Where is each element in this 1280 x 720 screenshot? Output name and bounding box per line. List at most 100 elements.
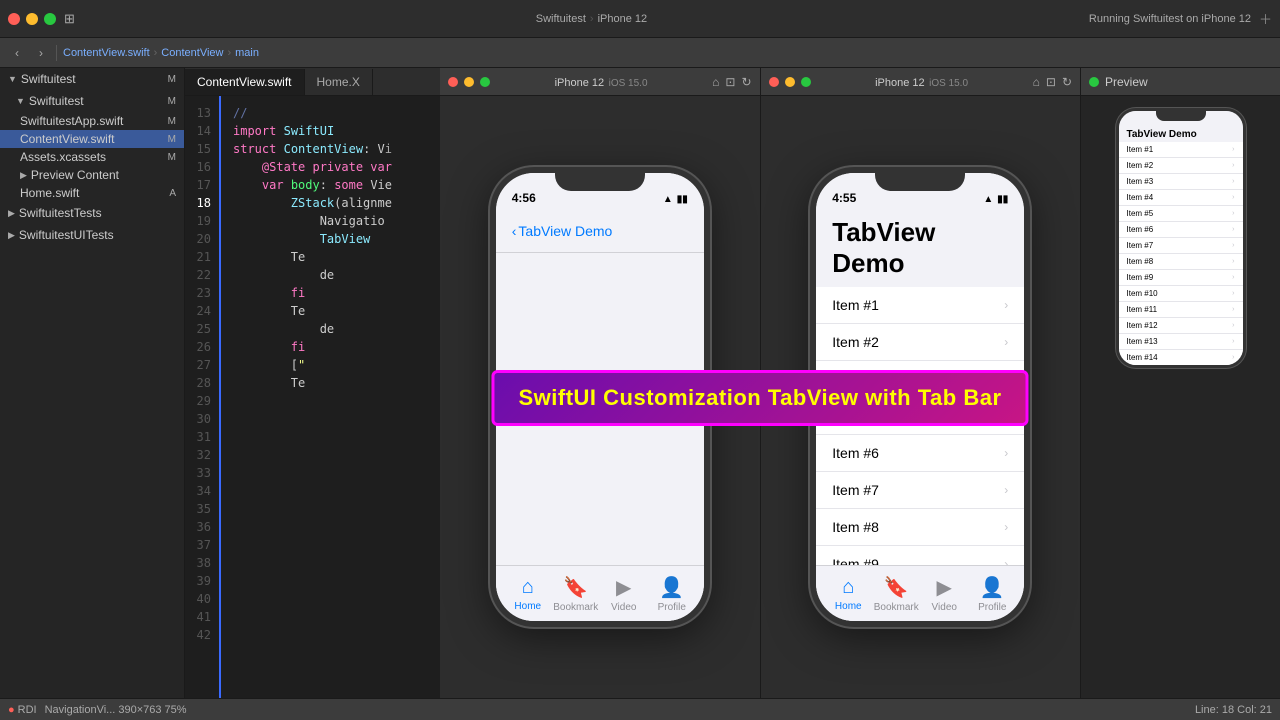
- phone2-tab-profile[interactable]: 👤 Profile: [968, 575, 1016, 613]
- phone1-tab-video[interactable]: ▶ Video: [600, 575, 648, 613]
- minimize-button[interactable]: [26, 13, 38, 25]
- sidebar-project-header[interactable]: ▼ Swiftuitest M: [0, 68, 184, 90]
- preview-nav-title: TabView Demo: [1119, 125, 1243, 142]
- wifi-icon: ▲: [983, 194, 993, 205]
- sim1-close[interactable]: [448, 77, 458, 87]
- list-item-8[interactable]: Item #8›: [816, 509, 1024, 546]
- chevron-icon: ›: [1004, 335, 1008, 349]
- item-label: Item #6: [832, 445, 879, 461]
- add-icon[interactable]: ＋: [1259, 9, 1272, 28]
- separator: [56, 45, 57, 61]
- phone2-tab-bookmark[interactable]: 🔖 Bookmark: [872, 575, 920, 613]
- list-item-9[interactable]: Item #9›: [816, 546, 1024, 565]
- item-label: Item #5: [1127, 209, 1154, 218]
- preview-tab-bookmark[interactable]: 🔖 Bmk: [1160, 367, 1172, 368]
- toolbar: ‹ › ContentView.swift › ContentView › ma…: [0, 38, 1280, 68]
- tab-contentview[interactable]: ContentView.swift: [185, 69, 305, 95]
- sim2-home-icon[interactable]: ⌂: [1033, 75, 1040, 89]
- maximize-button[interactable]: [44, 13, 56, 25]
- breadcrumb-file[interactable]: ContentView.swift: [63, 47, 150, 59]
- sidebar-item-app-swift[interactable]: SwiftuitestApp.swift M: [0, 112, 184, 130]
- preview-item-8[interactable]: Item #8›: [1119, 254, 1243, 270]
- phone1-tab-bar[interactable]: ⌂ Home 🔖 Bookmark ▶ Vid: [496, 565, 704, 621]
- sim2-rotate-icon[interactable]: ↻: [1062, 75, 1072, 89]
- sim1-screenshot-icon[interactable]: ⊡: [725, 75, 735, 89]
- sim1-maximize[interactable]: [480, 77, 490, 87]
- preview-tab-bar[interactable]: ⌂ Home 🔖 Bmk ▶ Video 👤 Prof: [1119, 366, 1243, 368]
- phone1-time: 4:56: [512, 191, 536, 205]
- sim1-title: iPhone 12: [555, 77, 605, 89]
- sim1-minimize[interactable]: [464, 77, 474, 87]
- preview-tab-profile[interactable]: 👤 Prof: [1222, 367, 1234, 368]
- preview-item-10[interactable]: Item #10›: [1119, 286, 1243, 302]
- breadcrumb-member[interactable]: main: [235, 47, 259, 59]
- tab-home[interactable]: Home.X: [305, 69, 373, 95]
- code-content[interactable]: // import SwiftUI struct ContentView: Vi…: [221, 96, 440, 698]
- device-selector[interactable]: iPhone 12: [598, 13, 648, 25]
- wifi-icon: ▲: [663, 194, 673, 205]
- sidebar-tests-name: SwiftuitestTests: [19, 206, 102, 220]
- preview-item-2[interactable]: Item #2›: [1119, 158, 1243, 174]
- preview-item-12[interactable]: Item #12›: [1119, 318, 1243, 334]
- list-item-6[interactable]: Item #6 ›: [816, 435, 1024, 472]
- group-badge: M: [168, 96, 176, 107]
- preview-tab-home[interactable]: ⌂ Home: [1127, 367, 1143, 368]
- sidebar-group-header[interactable]: ▼ Swiftuitest M: [0, 90, 184, 112]
- preview-item-5[interactable]: Item #5›: [1119, 206, 1243, 222]
- status-error: ● RDI: [8, 704, 37, 716]
- phone1-tab-home[interactable]: ⌂ Home: [504, 576, 552, 612]
- video-icon: ▶: [1193, 367, 1201, 368]
- profile-icon: 👤: [1222, 367, 1234, 368]
- breadcrumb-symbol[interactable]: ContentView: [161, 47, 223, 59]
- sim1-home-icon[interactable]: ⌂: [712, 75, 719, 89]
- sim2-close[interactable]: [769, 77, 779, 87]
- right-panel: Preview TabView Demo Item #1› Item #2› I…: [1080, 68, 1280, 698]
- sidebar-item-contentview[interactable]: ContentView.swift M: [0, 130, 184, 148]
- sidebar-tests-header[interactable]: ▶ SwiftuitestTests: [0, 202, 184, 224]
- sidebar-item-assets[interactable]: Assets.xcassets M: [0, 148, 184, 166]
- nav-forward-icon[interactable]: ›: [32, 44, 50, 62]
- sidebar-item-home[interactable]: Home.swift A: [0, 184, 184, 202]
- top-bar: ⊞ Swiftuitest › iPhone 12 Running Swiftu…: [0, 0, 1280, 38]
- file-label: NavigationVi...: [45, 704, 116, 716]
- preview-item-14[interactable]: Item #14›: [1119, 350, 1243, 366]
- preview-item-4[interactable]: Item #4›: [1119, 190, 1243, 206]
- chevron-icon: ›: [1232, 242, 1234, 249]
- sim2-screenshot-icon[interactable]: ⊡: [1046, 75, 1056, 89]
- preview-item-3[interactable]: Item #3›: [1119, 174, 1243, 190]
- list-item-1[interactable]: Item #1›: [816, 287, 1024, 324]
- item-label: Item #9: [1127, 273, 1154, 282]
- preview-item-1[interactable]: Item #1›: [1119, 142, 1243, 158]
- list-item-2[interactable]: Item #2›: [816, 324, 1024, 361]
- chevron-icon: ›: [1232, 194, 1234, 201]
- separator: ›: [590, 13, 594, 25]
- sidebar-uitests-name: SwiftuitestUITests: [19, 228, 114, 242]
- preview-item-11[interactable]: Item #11›: [1119, 302, 1243, 318]
- list-item-7[interactable]: Item #7›: [816, 472, 1024, 509]
- code-area[interactable]: 13 14 15 16 17 18 19 20 21 22 23 24 25 2…: [185, 96, 440, 698]
- chevron-icon: ›: [1004, 483, 1008, 497]
- nav-back-icon[interactable]: ‹: [8, 44, 26, 62]
- scheme-selector[interactable]: Swiftuitest: [536, 13, 586, 25]
- phone2-tab-home[interactable]: ⌂ Home: [824, 576, 872, 612]
- sim2-maximize[interactable]: [801, 77, 811, 87]
- sim2-minimize[interactable]: [785, 77, 795, 87]
- phone1-tab-profile[interactable]: 👤 Profile: [648, 575, 696, 613]
- preview-tab-video[interactable]: ▶ Video: [1189, 367, 1204, 368]
- preview-item-13[interactable]: Item #13›: [1119, 334, 1243, 350]
- preview-item-9[interactable]: Item #9›: [1119, 270, 1243, 286]
- sim1-rotate-icon[interactable]: ↻: [741, 75, 751, 89]
- sidebar-uitests-header[interactable]: ▶ SwiftuitestUITests: [0, 224, 184, 246]
- phone2-tab-bar[interactable]: ⌂ Home 🔖 Bookmark ▶ Vid: [816, 565, 1024, 621]
- sidebar-item-preview[interactable]: ▶ Preview Content: [0, 166, 184, 184]
- item-label: Item #6: [1127, 225, 1154, 234]
- chevron-icon: ›: [1004, 446, 1008, 460]
- phone1-back-button[interactable]: ‹ TabView Demo: [512, 223, 613, 239]
- close-button[interactable]: [8, 13, 20, 25]
- chevron-icon: ›: [1232, 322, 1234, 329]
- phone2-notch: [875, 173, 965, 191]
- preview-item-7[interactable]: Item #7›: [1119, 238, 1243, 254]
- phone2-tab-video[interactable]: ▶ Video: [920, 575, 968, 613]
- preview-item-6[interactable]: Item #6›: [1119, 222, 1243, 238]
- phone1-tab-bookmark[interactable]: 🔖 Bookmark: [552, 575, 600, 613]
